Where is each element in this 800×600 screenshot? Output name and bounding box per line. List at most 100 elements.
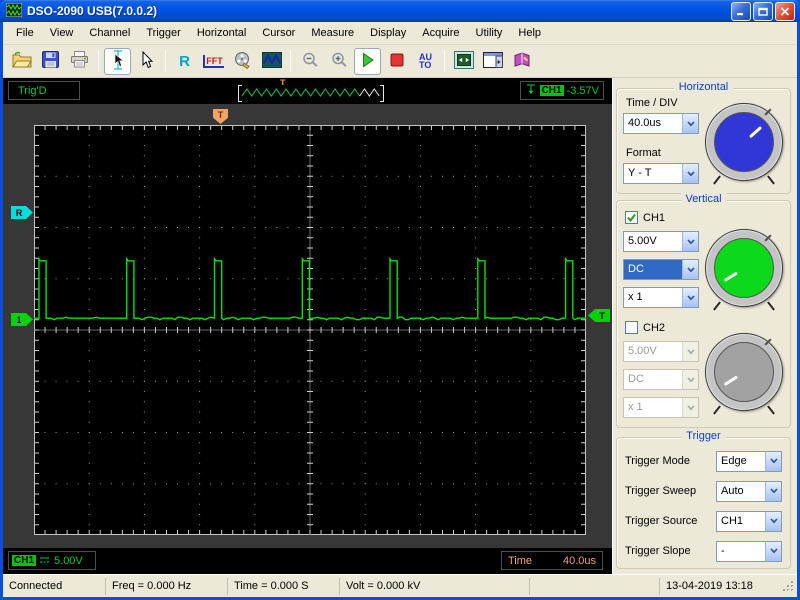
chevron-down-icon[interactable] [682, 232, 698, 251]
trigger-row-combo[interactable]: CH1 [716, 510, 782, 532]
start-button[interactable] [354, 47, 381, 75]
zoom-out-icon [301, 51, 319, 72]
zoom-in-icon [330, 51, 348, 72]
panel-toggle-button[interactable] [479, 48, 506, 75]
waveform-view-button[interactable] [258, 48, 285, 75]
ch2-probe-combo: x 1 [623, 397, 699, 418]
menu-item-acquire[interactable]: Acquire [414, 24, 467, 42]
full-screen-button[interactable] [450, 48, 477, 75]
chevron-down-icon[interactable] [765, 481, 781, 501]
ch2-position-knob[interactable] [705, 333, 783, 415]
ch2-checkbox[interactable] [625, 321, 638, 334]
time-div-combo[interactable]: 40.0us [623, 113, 699, 134]
time-value: 40.0us [562, 554, 596, 567]
buffer-window-right-bracket[interactable] [380, 85, 384, 102]
horizontal-knob-face [714, 112, 774, 172]
waveform-plot [34, 125, 586, 535]
top-readout-strip: Trig'D T CH1 -3.57V [3, 78, 612, 104]
help-button[interactable] [508, 48, 535, 75]
buffer-window-left-bracket[interactable] [238, 85, 242, 102]
vertical-group: Vertical CH1 5.00V DC x 1 CH2 5.00V DC x… [616, 193, 791, 428]
fft-button[interactable]: FFT [200, 48, 227, 75]
ch2-volt-value: 5.00V [628, 345, 657, 357]
ch2-knob-face [714, 342, 774, 402]
ch2-label: CH2 [643, 321, 666, 334]
menu-item-horizontal[interactable]: Horizontal [189, 24, 255, 42]
stop-icon [390, 53, 404, 70]
full-screen-icon [453, 50, 474, 72]
reference-marker[interactable]: R [11, 206, 33, 219]
chevron-down-icon [682, 398, 698, 417]
save-button[interactable] [37, 48, 64, 75]
ch1-probe-combo[interactable]: x 1 [623, 287, 699, 308]
arrow-cursor-icon [140, 50, 154, 72]
menu-item-utility[interactable]: Utility [468, 24, 511, 42]
ch1-position-knob[interactable] [705, 229, 783, 311]
menu-item-help[interactable]: Help [510, 24, 549, 42]
ch1-volt-combo[interactable]: 5.00V [623, 231, 699, 252]
ch1-knob-face [714, 238, 774, 298]
ch1-checkbox[interactable] [625, 211, 638, 224]
buffer-preview[interactable]: T [238, 78, 384, 104]
auto-icon: AU TO [419, 52, 432, 70]
trigger-row-label: Trigger Mode [625, 455, 691, 467]
resize-grip[interactable] [781, 578, 797, 595]
trigger-group: Trigger Trigger Mode Edge Trigger Sweep Aut… [616, 430, 791, 569]
menu-item-file[interactable]: File [8, 24, 42, 42]
menu-item-trigger[interactable]: Trigger [138, 24, 188, 42]
open-button[interactable] [8, 48, 35, 75]
trigger-position-marker[interactable]: T [213, 109, 228, 124]
close-button[interactable] [775, 1, 795, 21]
toolbar-separator [165, 50, 166, 72]
trigger-row-value: - [721, 544, 725, 557]
zoom-out-button[interactable] [296, 48, 323, 75]
zoom-in-button[interactable] [325, 48, 352, 75]
trigger-row-value: CH1 [721, 514, 744, 527]
film-reel-icon [234, 51, 252, 72]
trigger-row-label: Trigger Slope [625, 545, 691, 557]
chevron-down-icon[interactable] [682, 260, 698, 279]
vertical-group-title: Vertical [680, 193, 727, 205]
horizontal-knob[interactable] [705, 103, 783, 185]
menu-item-view[interactable]: View [42, 24, 82, 42]
menu-item-measure[interactable]: Measure [303, 24, 362, 42]
ch1-volt-per-div: 5.00V [54, 554, 83, 567]
app-icon [5, 2, 23, 20]
play-icon [361, 52, 375, 71]
toolbar-separator [290, 50, 291, 72]
trigger-row: Trigger Mode Edge [625, 450, 782, 472]
ch1-coupling-combo[interactable]: DC [623, 259, 699, 280]
select-cursor-button[interactable] [133, 48, 160, 75]
print-button[interactable] [66, 48, 93, 75]
trigger-row-combo[interactable]: - [716, 540, 782, 562]
r-icon: R [179, 52, 190, 70]
chevron-down-icon[interactable] [682, 114, 698, 133]
record-button[interactable] [229, 48, 256, 75]
minimize-button[interactable] [731, 1, 751, 21]
trigger-level-value: -3.57V [566, 84, 599, 97]
chevron-down-icon[interactable] [682, 164, 698, 183]
chevron-down-icon[interactable] [765, 541, 781, 561]
auto-set-button[interactable]: AU TO [412, 48, 439, 75]
maximize-button[interactable] [753, 1, 773, 21]
menu-item-cursor[interactable]: Cursor [254, 24, 303, 42]
ch1-ground-marker[interactable]: 1 [11, 313, 33, 326]
format-combo[interactable]: Y - T [623, 163, 699, 184]
trigger-readout: CH1 -3.57V [519, 81, 604, 100]
printer-icon [70, 51, 89, 71]
trigger-row-combo[interactable]: Edge [716, 450, 782, 472]
menu-item-channel[interactable]: Channel [81, 24, 138, 42]
chevron-down-icon[interactable] [765, 511, 781, 531]
trigger-level-marker[interactable]: T [588, 309, 610, 322]
ch1-badge: CH1 [12, 555, 37, 566]
chevron-down-icon[interactable] [682, 288, 698, 307]
horizontal-group: Horizontal Time / DIV 40.0us Format Y - … [616, 81, 791, 194]
time-div-label: Time / DIV [626, 97, 678, 109]
trigger-row-combo[interactable]: Auto [716, 480, 782, 502]
measure-cursor-button[interactable] [104, 47, 131, 75]
refresh-button[interactable]: R [171, 48, 198, 75]
stop-button[interactable] [383, 48, 410, 75]
chevron-down-icon[interactable] [765, 451, 781, 471]
format-label: Format [626, 147, 661, 159]
menu-item-display[interactable]: Display [362, 24, 414, 42]
